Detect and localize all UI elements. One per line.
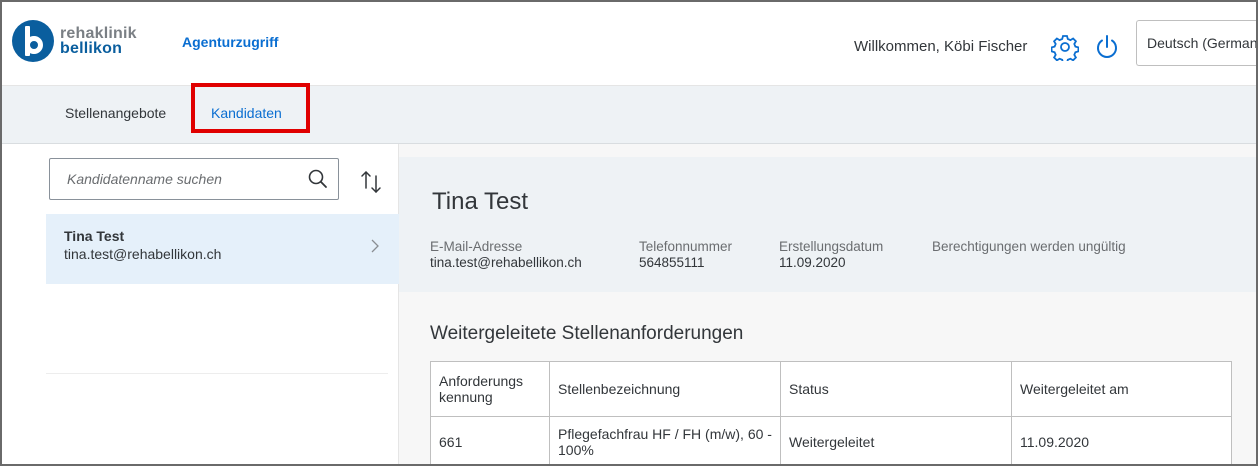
column-header[interactable]: Status <box>780 361 1012 417</box>
attribute-permissions-expire: Berechtigungen werden ungültig <box>932 239 1126 255</box>
logo-line1: rehaklinik <box>60 25 137 42</box>
app-window: rehaklinik bellikon Agenturzugriff Willk… <box>0 0 1258 466</box>
column-header[interactable]: Weitergeleitet am <box>1011 361 1232 417</box>
candidate-email: tina.test@rehabellikon.ch <box>64 246 222 262</box>
search-field[interactable]: Kandidatenname suchen <box>49 158 339 200</box>
candidate-name: Tina Test <box>64 228 125 244</box>
forwarded-requests-table: Anforderungs kennung Stellenbezeichnung … <box>430 361 1232 464</box>
chevron-right-icon <box>369 238 381 254</box>
table-cell: 661 <box>430 416 550 464</box>
app-title: Agenturzugriff <box>182 34 279 50</box>
attribute-value: 564855111 <box>639 255 705 270</box>
shell-bar: rehaklinik bellikon Agenturzugriff Willk… <box>2 2 1256 86</box>
attribute-value: tina.test@rehabellikon.ch <box>430 255 582 270</box>
attribute-created: Erstellungsdatum 11.09.2020 <box>779 239 883 271</box>
divider <box>46 373 388 374</box>
attribute-phone: Telefonnummer 564855111 <box>639 239 732 271</box>
attribute-email: E-Mail-Adresse tina.test@rehabellikon.ch <box>430 239 582 271</box>
sort-icon[interactable] <box>358 168 384 196</box>
column-header[interactable]: Anforderungs kennung <box>430 361 550 417</box>
table-cell: 11.09.2020 <box>1011 416 1232 464</box>
logo[interactable]: rehaklinik bellikon <box>12 20 137 62</box>
candidate-list-pane: Kandidatenname suchen Tina Test tina.tes… <box>2 144 399 464</box>
attribute-label: Berechtigungen werden ungültig <box>932 239 1126 254</box>
table-header-row: Anforderungs kennung Stellenbezeichnung … <box>430 361 1232 417</box>
language-select[interactable]: Deutsch (German) <box>1136 20 1256 66</box>
object-header: Tina Test E-Mail-Adresse tina.test@rehab… <box>399 157 1256 292</box>
tab-stellenangebote[interactable]: Stellenangebote <box>65 105 166 121</box>
attribute-label: Telefonnummer <box>639 239 733 254</box>
attribute-label: E-Mail-Adresse <box>430 239 523 254</box>
search-placeholder: Kandidatenname suchen <box>67 171 222 187</box>
gear-icon[interactable] <box>1050 33 1080 64</box>
candidate-detail-pane: Tina Test E-Mail-Adresse tina.test@rehab… <box>399 144 1256 464</box>
search-icon[interactable] <box>307 168 329 190</box>
candidate-list-item[interactable]: Tina Test tina.test@rehabellikon.ch <box>46 214 399 284</box>
table-cell: Pflegefachfrau HF / FH (m/w), 60 - 100% <box>549 416 781 464</box>
attribute-value: 11.09.2020 <box>779 255 846 270</box>
page-title: Tina Test <box>432 188 529 215</box>
power-icon[interactable] <box>1093 33 1121 61</box>
highlight-annotation <box>191 83 310 133</box>
column-header[interactable]: Stellenbezeichnung <box>549 361 781 417</box>
logo-text: rehaklinik bellikon <box>60 25 137 57</box>
table-row[interactable]: 661 Pflegefachfrau HF / FH (m/w), 60 - 1… <box>430 416 1232 464</box>
attribute-label: Erstellungsdatum <box>779 239 884 254</box>
section-title: Weitergeleitete Stellenanforderungen <box>430 323 744 344</box>
welcome-text: Willkommen, Köbi Fischer <box>854 38 1028 55</box>
table-cell: Weitergeleitet <box>780 416 1012 464</box>
logo-line2: bellikon <box>60 40 123 57</box>
logo-icon <box>12 20 54 62</box>
